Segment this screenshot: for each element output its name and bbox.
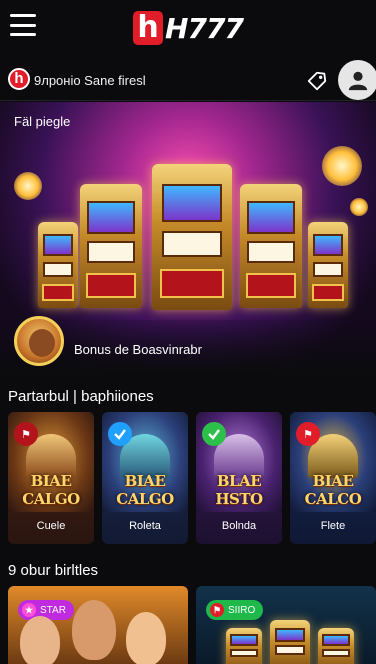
flag-icon: ⚑ [210, 603, 224, 617]
slot-machine [240, 184, 302, 308]
game-card-label: Cuele [36, 520, 66, 532]
user-avatar-button[interactable] [338, 60, 376, 100]
promo-card[interactable]: ★ STAR [8, 586, 188, 664]
header-divider [0, 100, 376, 101]
hero-label: Fäl piegle [14, 114, 71, 129]
coin-sparkle [322, 146, 362, 186]
logo-badge: h [133, 11, 164, 45]
account-bar-text[interactable]: 9лроніо Sane firesl [34, 73, 146, 88]
person-photo [72, 600, 116, 660]
coin-sparkle [14, 172, 42, 200]
promo-badge-text: SIIRO [228, 604, 256, 616]
flag-badge-icon: ⚑ [296, 422, 320, 446]
flag-badge-icon: ⚑ [14, 422, 38, 446]
game-art-title: BIAE CALGO [116, 472, 174, 508]
slot-machine [270, 620, 310, 664]
game-card[interactable]: BLAE HSTO Bolnda [196, 412, 282, 544]
game-card[interactable]: BIAE CALGO Roleta [102, 412, 188, 544]
slot-machine [318, 628, 354, 664]
slot-machine [80, 184, 142, 308]
account-bar: h 9лроніо Sane firesl [0, 58, 376, 102]
slot-machine [152, 164, 232, 310]
hamburger-menu-icon[interactable] [10, 14, 36, 36]
top-bar: h H777 [0, 0, 376, 56]
brand-badge-icon: h [8, 68, 30, 90]
game-card-label: Flete [320, 520, 346, 532]
game-card[interactable]: ⚑ BIAE CALCO Flete [290, 412, 376, 544]
promo-badge: ⚑ SIIRO [206, 600, 264, 620]
section-title-featured: Partarbul | baphiiones [8, 388, 154, 405]
game-card-label: Roleta [129, 520, 161, 532]
game-cards-row: ⚑ BIAE CALGO Cuele BIAE CALGO Roleta BLA… [8, 412, 376, 550]
coin-sparkle [350, 198, 368, 216]
logo-text: H777 [165, 11, 244, 45]
promo-badge-text: STAR [40, 604, 66, 616]
user-icon [348, 71, 368, 91]
game-art-title: BIAE CALCO [304, 472, 362, 508]
bonus-text: Bonus de Boasvinrabr [74, 342, 202, 357]
check-badge-icon [108, 422, 132, 446]
game-art-title: BIAE CALGO [22, 472, 80, 508]
hero-banner[interactable]: Fäl piegle Bonus de Boasvinrabr [0, 102, 376, 372]
star-icon: ★ [22, 603, 36, 617]
bonus-avatar [14, 316, 64, 366]
slot-machine [308, 222, 348, 308]
game-card-label: Bolnda [221, 520, 257, 532]
person-photo [20, 616, 60, 664]
section-title-other: 9 obur birltles [8, 562, 99, 579]
slot-machine [38, 222, 78, 308]
site-logo[interactable]: h H777 [133, 11, 244, 45]
promo-card[interactable]: ⚑ SIIRO [196, 586, 376, 664]
promo-cards-row: ★ STAR ⚑ SIIRO [8, 586, 376, 664]
check-badge-icon [202, 422, 226, 446]
game-art-title: BLAE HSTO [215, 472, 263, 508]
tag-icon[interactable] [306, 70, 328, 92]
person-photo [126, 612, 166, 664]
slot-machine [226, 628, 262, 664]
game-card[interactable]: ⚑ BIAE CALGO Cuele [8, 412, 94, 544]
